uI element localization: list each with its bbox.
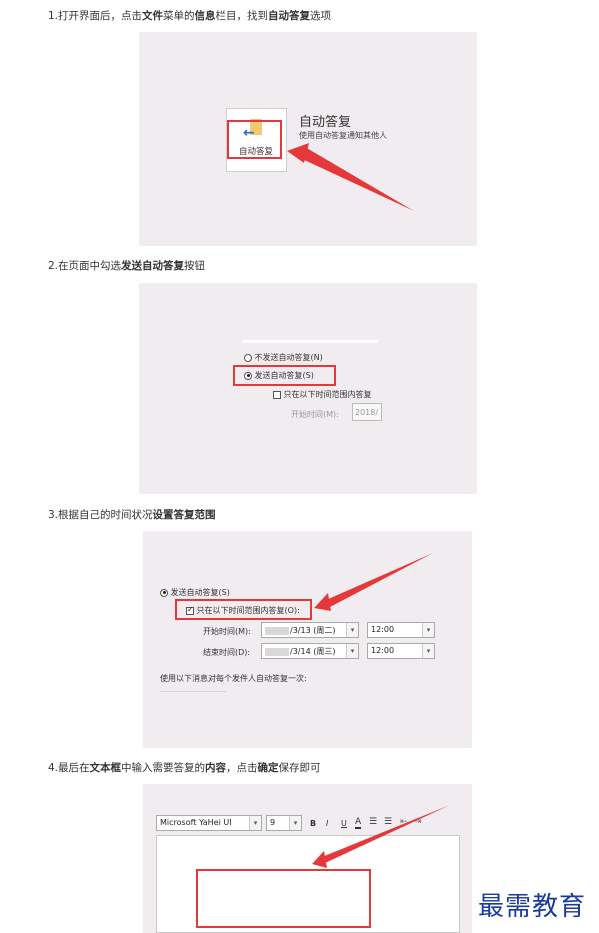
- watermark-logo: 最需教育: [478, 892, 587, 922]
- pointer-arrow-3: [312, 805, 450, 868]
